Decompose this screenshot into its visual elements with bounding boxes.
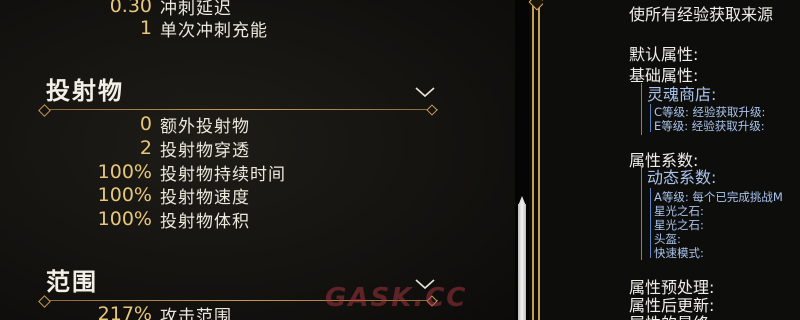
stat-value: 100% bbox=[97, 184, 152, 206]
stat-value: 0.30 bbox=[109, 0, 152, 17]
tree-line bbox=[641, 168, 642, 260]
dynamic-coeff-label: 动态系数: bbox=[647, 168, 717, 187]
stat-value: 1 bbox=[139, 17, 152, 39]
soul-shop-label: 灵魂商店: bbox=[647, 85, 717, 104]
stat-row-projectile-speed: 100% 投射物速度 bbox=[0, 183, 250, 208]
stat-label: 投射物持续时间 bbox=[160, 164, 286, 185]
stat-row-extra-projectiles: 0 额外投射物 bbox=[0, 112, 250, 137]
scroll-thumb[interactable] bbox=[518, 204, 526, 320]
section-title-range: 范围 bbox=[46, 268, 98, 296]
stat-value: 2 bbox=[139, 137, 152, 159]
e-level-text: E等级: 经验获取升级: bbox=[654, 119, 765, 133]
stat-value: 100% bbox=[97, 161, 152, 183]
quick-mode-text: 快速模式: bbox=[654, 246, 704, 260]
stat-label: 单次冲刺充能 bbox=[160, 20, 268, 41]
stat-label: 投射物体积 bbox=[160, 211, 250, 232]
panel-frame-border bbox=[528, 0, 546, 320]
stat-label: 额外投射物 bbox=[160, 116, 250, 137]
stat-label: 投射物速度 bbox=[160, 187, 250, 208]
tree-line bbox=[641, 83, 642, 135]
stat-value: 100% bbox=[97, 208, 152, 230]
stat-label: 投射物穿透 bbox=[160, 140, 250, 161]
section-title-projectile: 投射物 bbox=[46, 77, 124, 105]
stat-value: 217% bbox=[97, 303, 152, 320]
attribute-tooltip-panel: 使所有经验获取来源 默认属性: 基础属性: 灵魂商店: C等级: 经验获取升级:… bbox=[543, 0, 800, 320]
stat-row-projectile-duration: 100% 投射物持续时间 bbox=[0, 160, 286, 185]
tree-line bbox=[650, 188, 651, 258]
watermark: GASK.CC bbox=[325, 283, 468, 313]
stats-panel: 0.30 冲刺延迟 1 单次冲刺充能 投射物 0 额外投射物 2 投射物穿透 1… bbox=[0, 0, 515, 320]
stat-row-projectile-size: 100% 投射物体积 bbox=[0, 207, 250, 232]
stat-row-dash-charge: 1 单次冲刺充能 bbox=[0, 16, 268, 41]
chevron-down-icon[interactable] bbox=[414, 84, 436, 98]
tree-line bbox=[650, 104, 651, 132]
stat-row-projectile-pierce: 2 投射物穿透 bbox=[0, 136, 250, 161]
tooltip-header: 使所有经验获取来源 bbox=[629, 5, 774, 24]
stat-value: 0 bbox=[139, 113, 152, 135]
stat-label: 攻击范围 bbox=[160, 306, 232, 320]
stat-row-attack-range: 217% 攻击范围 bbox=[0, 302, 232, 320]
scrollbar[interactable] bbox=[515, 0, 529, 320]
final-attr-label: 属性的最终... bbox=[629, 310, 724, 320]
